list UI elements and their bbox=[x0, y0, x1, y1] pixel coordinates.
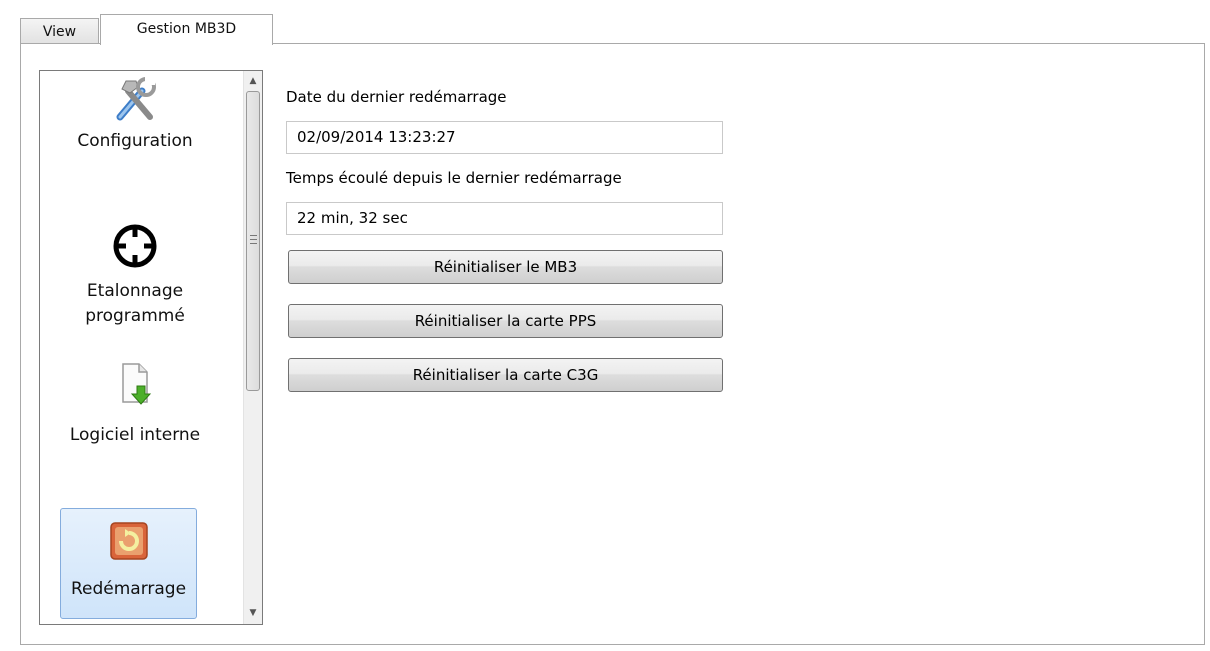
scroll-up-arrow-icon[interactable]: ▲ bbox=[244, 73, 262, 90]
sidebar-list: Configuration Etalonnage programmé Logic… bbox=[39, 70, 263, 625]
sidebar-item-label: Logiciel interne bbox=[69, 425, 201, 445]
scroll-grip-icon bbox=[250, 235, 257, 244]
tab-gestion-mb3d[interactable]: Gestion MB3D bbox=[100, 14, 273, 45]
document-download-icon bbox=[43, 362, 227, 413]
reset-c3g-card-button[interactable]: Réinitialiser la carte C3G bbox=[288, 358, 723, 392]
sidebar-item-label: Etalonnage programmé bbox=[43, 279, 227, 329]
crosshair-icon bbox=[43, 222, 227, 275]
sidebar-item-label-text: Etalonnage programmé bbox=[85, 281, 185, 326]
sidebar-item-logiciel-interne[interactable]: Logiciel interne bbox=[43, 346, 227, 496]
scroll-down-arrow-icon[interactable]: ▼ bbox=[244, 605, 262, 622]
sidebar-item-etalonnage[interactable]: Etalonnage programmé bbox=[43, 206, 227, 346]
elapsed-time-label: Temps écoulé depuis le dernier redémarra… bbox=[286, 169, 622, 187]
scroll-thumb[interactable] bbox=[246, 91, 260, 391]
sidebar-item-label: Redémarrage bbox=[70, 579, 187, 599]
tab-view[interactable]: View bbox=[20, 18, 99, 44]
last-restart-date-label: Date du dernier redémarrage bbox=[286, 88, 507, 106]
tools-icon bbox=[43, 77, 227, 128]
tab-panel: Configuration Etalonnage programmé Logic… bbox=[20, 43, 1205, 645]
last-restart-date-field[interactable]: 02/09/2014 13:23:27 bbox=[286, 121, 723, 154]
restart-icon bbox=[61, 521, 196, 566]
sidebar-scrollbar[interactable]: ▲ ▼ bbox=[243, 71, 262, 624]
reset-pps-card-button[interactable]: Réinitialiser la carte PPS bbox=[288, 304, 723, 338]
reset-mb3-button[interactable]: Réinitialiser le MB3 bbox=[288, 250, 723, 284]
sidebar-item-label: Configuration bbox=[77, 131, 193, 151]
sidebar-item-redemarrage[interactable]: Redémarrage bbox=[60, 508, 197, 619]
elapsed-time-field[interactable]: 22 min, 32 sec bbox=[286, 202, 723, 235]
sidebar-item-configuration[interactable]: Configuration bbox=[43, 71, 227, 206]
